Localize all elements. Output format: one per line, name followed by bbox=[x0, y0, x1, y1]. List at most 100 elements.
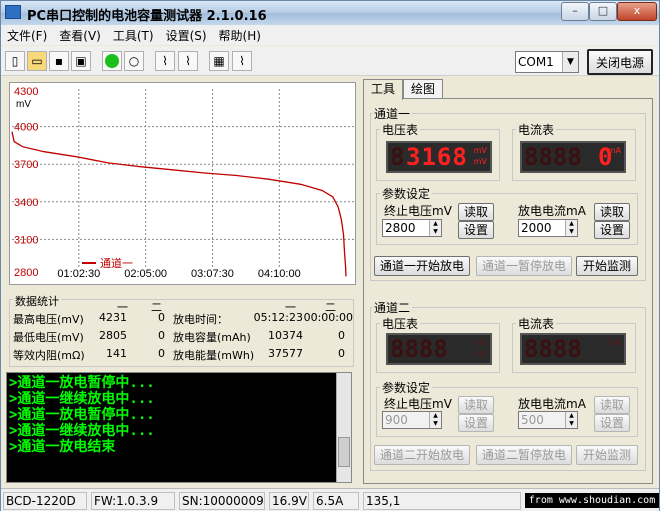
minimize-button[interactable]: – bbox=[561, 2, 589, 21]
spin-arrows-icon[interactable]: ▲ ▼ bbox=[429, 220, 441, 236]
ch1-params-label: 参数设定 bbox=[380, 185, 433, 202]
ch2-voltmeter-label: 电压表 bbox=[380, 315, 421, 332]
ch1-voltmeter-label: 电压表 bbox=[380, 121, 421, 138]
min-voltage-ch2: 0 bbox=[158, 329, 165, 342]
ch2-stop-v-input[interactable]: 900 ▲ ▼ bbox=[382, 411, 442, 429]
y-tick-label: 3100 bbox=[14, 234, 38, 246]
chevron-down-icon[interactable]: ▼ bbox=[562, 52, 578, 72]
x-tick-label: 04:10:00 bbox=[258, 268, 301, 280]
dis-time-label: 放电时间： bbox=[173, 313, 228, 326]
save-as-icon[interactable]: ▣ bbox=[71, 51, 91, 71]
save-icon[interactable]: ▪ bbox=[49, 51, 69, 71]
spin-arrows-icon[interactable]: ▲ ▼ bbox=[429, 412, 441, 428]
tab-plot[interactable]: 绘图 bbox=[403, 79, 443, 99]
spin-arrows-icon[interactable]: ▲ ▼ bbox=[565, 412, 577, 428]
y-tick-label: 4300 bbox=[14, 86, 38, 98]
ch2-title: 通道二 bbox=[372, 299, 413, 316]
log-scrollbar[interactable] bbox=[336, 373, 351, 482]
ch1-dis-i-set-button[interactable]: 设置 bbox=[594, 221, 630, 239]
ch1-stop-v-value: 2800 bbox=[385, 221, 416, 235]
power-off-button[interactable]: 关闭电源 bbox=[587, 49, 653, 75]
ch2-monitor-button[interactable]: 开始监测 bbox=[576, 445, 638, 465]
ch1-a-unit: mA bbox=[607, 146, 621, 155]
ch2-ammeter-label: 电流表 bbox=[516, 315, 557, 332]
ch1-voltage-display: 8 3168 mV mV bbox=[386, 141, 492, 173]
dis-time-ch1: 05:12:23 bbox=[253, 311, 303, 324]
max-voltage-ch1: 4231 bbox=[99, 311, 127, 324]
table-icon[interactable]: ▦ bbox=[209, 51, 229, 71]
ch1-stop-v-input[interactable]: 2800 ▲ ▼ bbox=[382, 219, 442, 237]
ch2-start-button[interactable]: 通道二开始放电 bbox=[374, 445, 470, 465]
new-file-icon[interactable]: ▯ bbox=[5, 51, 25, 71]
ch1-pause-button[interactable]: 通道一暂停放电 bbox=[476, 256, 572, 276]
scrollbar-thumb[interactable] bbox=[338, 437, 350, 467]
close-button[interactable]: x bbox=[617, 2, 657, 21]
com-port-select[interactable]: COM1 ▼ bbox=[515, 51, 579, 73]
ch2-voltage-display: 8888 mV mV bbox=[386, 333, 492, 365]
status-serial: SN:100000090 bbox=[179, 492, 265, 510]
ch1-dis-i-value: 2000 bbox=[521, 221, 552, 235]
ch2-v-unit-top: mV bbox=[473, 338, 487, 347]
dis-capacity-ch1: 10374 bbox=[268, 329, 303, 342]
x-tick-label: 01:02:30 bbox=[57, 268, 100, 280]
chart-svg: 430040003700340031002800mV01:02:30 02:05:… bbox=[11, 86, 354, 280]
y-tick-label: 4000 bbox=[14, 122, 38, 134]
resistance-ch1: 141 bbox=[106, 347, 127, 360]
status-voltage: 16.9V bbox=[269, 492, 309, 510]
ch2-pause-button[interactable]: 通道二暂停放电 bbox=[476, 445, 572, 465]
status-position: 135,1 bbox=[363, 492, 521, 510]
title-bar[interactable]: PC串口控制的电池容量测试器 2.1.0.16 – □ x bbox=[1, 1, 659, 25]
ch1-dis-i-input[interactable]: 2000 ▲ ▼ bbox=[518, 219, 578, 237]
min-voltage-label: 最低电压(mV) bbox=[13, 331, 84, 344]
ch1-stop-v-read-button[interactable]: 读取 bbox=[458, 203, 494, 221]
menu-file[interactable]: 文件(F) bbox=[1, 25, 53, 44]
menu-view[interactable]: 查看(V) bbox=[53, 25, 107, 44]
stats-title: 数据统计 bbox=[13, 293, 61, 309]
y-tick-label: 2800 bbox=[14, 267, 38, 279]
ch2-v-unit-bot: mV bbox=[473, 349, 487, 358]
ch1-monitor-button[interactable]: 开始监测 bbox=[576, 256, 638, 276]
menu-settings[interactable]: 设置(S) bbox=[160, 25, 213, 44]
status-model: BCD-1220D bbox=[3, 492, 87, 510]
ch1-title: 通道一 bbox=[372, 105, 413, 122]
search-icon[interactable]: ○ bbox=[124, 51, 144, 71]
open-folder-icon[interactable]: ▭ bbox=[27, 51, 47, 71]
ch2-stop-v-read-button[interactable]: 读取 bbox=[458, 396, 494, 414]
stats-group: 数据统计 一 二 一 二 最高电压(mV) 4231 0 最低电压(mV) 28… bbox=[9, 293, 354, 367]
y-unit-label: mV bbox=[16, 99, 31, 110]
seg-dim: 8888 bbox=[524, 143, 582, 171]
log-line: >通道一放电暂停中... bbox=[9, 407, 155, 423]
ch1-start-button[interactable]: 通道一开始放电 bbox=[374, 256, 470, 276]
resistance-label: 等效内阻(mΩ) bbox=[13, 349, 85, 362]
ch1-current-display: 8888 0 mA bbox=[520, 141, 626, 173]
ch2-dis-i-input[interactable]: 500 ▲ ▼ bbox=[518, 411, 578, 429]
ch2-stop-v-set-button[interactable]: 设置 bbox=[458, 414, 494, 432]
log-console[interactable]: >通道一放电暂停中... >通道一继续放电中... >通道一放电暂停中... >… bbox=[6, 372, 352, 483]
ch1-dis-i-read-button[interactable]: 读取 bbox=[594, 203, 630, 221]
tab-tools[interactable]: 工具 bbox=[363, 79, 403, 100]
log-line: >通道一继续放电中... bbox=[9, 391, 155, 407]
ch2-dis-i-set-button[interactable]: 设置 bbox=[594, 414, 630, 432]
seg-dim: 8888 bbox=[390, 335, 448, 363]
menu-help[interactable]: 帮助(H) bbox=[213, 25, 267, 44]
ch2-current-display: 8888 mA bbox=[520, 333, 626, 365]
log-line: >通道一放电暂停中... bbox=[9, 375, 155, 391]
max-voltage-label: 最高电压(mV) bbox=[13, 313, 84, 326]
menu-tools[interactable]: 工具(T) bbox=[107, 25, 160, 44]
chart-icon-3[interactable]: ⌇ bbox=[232, 51, 252, 71]
y-tick-label: 3700 bbox=[14, 159, 38, 171]
chart-icon-2[interactable]: ⌇ bbox=[178, 51, 198, 71]
log-line: >通道一放电结束 bbox=[9, 439, 116, 455]
com-port-value: COM1 bbox=[518, 55, 554, 69]
maximize-button[interactable]: □ bbox=[589, 2, 617, 21]
chart-icon-1[interactable]: ⌇ bbox=[155, 51, 175, 71]
ch2-a-unit: mA bbox=[607, 338, 621, 347]
ch1-stop-v-set-button[interactable]: 设置 bbox=[458, 221, 494, 239]
spin-arrows-icon[interactable]: ▲ ▼ bbox=[565, 220, 577, 236]
green-circle-icon[interactable] bbox=[102, 51, 122, 71]
voltage-chart: 4300 4000 3700 3400 3100 2800 mV 01:02:30 02:05:… bbox=[9, 82, 356, 285]
ch2-dis-i-read-button[interactable]: 读取 bbox=[594, 396, 630, 414]
ch1-v-unit-bot: mV bbox=[473, 157, 487, 166]
ch2-stop-v-value: 900 bbox=[385, 413, 408, 427]
tools-panel: 通道一 电压表 8 3168 mV mV 电流表 8888 0 mA 参数设定 … bbox=[363, 98, 653, 484]
